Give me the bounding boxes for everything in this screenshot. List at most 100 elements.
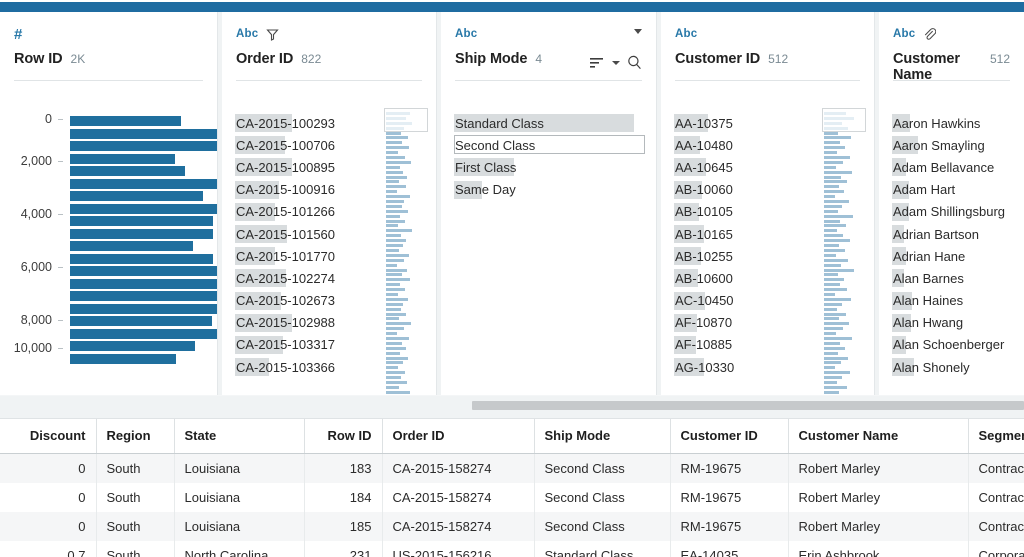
histogram-bar[interactable] <box>70 153 175 164</box>
value-label: Same Day <box>455 182 516 198</box>
histogram-bar[interactable] <box>70 278 217 289</box>
card-name-row: Row ID 2K <box>14 51 203 71</box>
mini-distribution-bar <box>824 312 846 316</box>
histogram-bars[interactable] <box>70 116 217 366</box>
mini-distribution-bar <box>824 346 845 350</box>
axis-tick-label: 2,000 <box>20 154 52 168</box>
header-divider <box>455 80 642 81</box>
value-list-item[interactable]: Adam Shillingsburg <box>892 201 1024 223</box>
value-label: Alan Schoenberger <box>893 337 1005 353</box>
filter-icon[interactable] <box>266 28 280 41</box>
mini-distribution-bar <box>824 204 842 208</box>
value-list-item[interactable]: Alan Hwang <box>892 312 1024 334</box>
table-row[interactable]: 0.7 South North Carolina 231 US-2015-156216 S… <box>0 541 1024 557</box>
profile-horizontal-scrollbar[interactable] <box>0 396 1024 418</box>
column-header[interactable]: Order ID <box>382 419 535 454</box>
value-list-item[interactable]: Same Day <box>454 179 656 201</box>
mini-distribution-bar <box>386 131 401 135</box>
mini-distribution-bar <box>824 224 846 228</box>
chevron-down-icon[interactable] <box>634 29 642 34</box>
table-cell: Robert Marley <box>788 512 969 541</box>
value-list-item[interactable]: Alan Barnes <box>892 267 1024 289</box>
customer-id-distribution-scroller[interactable] <box>822 108 870 395</box>
profile-card-row-id[interactable]: # Row ID 2K 0 2,000 4,000 6,000 8,000 10… <box>0 12 218 395</box>
mini-distribution-bar <box>824 317 839 321</box>
value-list-item[interactable]: Aaron Hawkins <box>892 112 1024 134</box>
scroll-thumb[interactable] <box>384 108 428 132</box>
value-list-item[interactable]: Aaron Smayling <box>892 134 1024 156</box>
histogram-bar[interactable] <box>70 266 217 276</box>
profile-card-customer-name[interactable]: Abc Customer Name 512 Aaron Hawkins Aaron… <box>879 12 1024 395</box>
histogram-bar[interactable] <box>70 128 217 139</box>
mini-distribution-bar <box>386 366 398 370</box>
table-cell: 0 <box>0 483 97 512</box>
mini-distribution-bar <box>824 327 843 331</box>
histogram-bar[interactable] <box>70 141 217 151</box>
histogram-bar[interactable] <box>70 178 217 189</box>
scroll-thumb[interactable] <box>822 108 866 132</box>
histogram-bar[interactable] <box>70 291 217 301</box>
value-list-item[interactable]: Adrian Hane <box>892 245 1024 267</box>
paperclip-icon[interactable] <box>923 27 937 41</box>
axis-tick <box>58 214 63 215</box>
column-header[interactable]: Region <box>96 419 175 454</box>
scroll-thumb[interactable] <box>472 401 1024 410</box>
column-header[interactable]: Customer Name <box>788 419 969 454</box>
histogram-bar[interactable] <box>70 241 193 251</box>
table-row[interactable]: 0 South Louisiana 185 CA-2015-158274 Second C… <box>0 512 1024 541</box>
histogram-bar[interactable] <box>70 353 176 364</box>
value-list-item[interactable]: Adam Hart <box>892 179 1024 201</box>
axis-tick-label: 8,000 <box>20 313 52 327</box>
data-grid[interactable]: Discount Region State Row ID Order ID Ship Mo… <box>0 418 1024 557</box>
row-id-histogram[interactable]: 0 2,000 4,000 6,000 8,000 10,000 <box>0 108 217 368</box>
column-header[interactable]: Row ID <box>304 419 383 454</box>
table-row[interactable]: 0 South Louisiana 184 CA-2015-158274 Second C… <box>0 483 1024 512</box>
value-list-item[interactable]: Adam Bellavance <box>892 156 1024 178</box>
value-list-item[interactable]: First Class <box>454 156 656 178</box>
mini-distribution-bar <box>824 288 847 292</box>
histogram-bar[interactable] <box>70 166 185 176</box>
histogram-bar[interactable] <box>70 228 213 239</box>
sort-caret-icon[interactable] <box>612 60 620 65</box>
histogram-bar[interactable] <box>70 116 181 126</box>
order-id-distribution-scroller[interactable] <box>384 108 432 395</box>
column-header[interactable]: Ship Mode <box>534 419 671 454</box>
mini-distribution-bar <box>824 214 853 218</box>
mini-distribution-bar <box>386 151 398 155</box>
table-row[interactable]: 0 South Louisiana 183 CA-2015-158274 Second C… <box>0 453 1024 483</box>
value-label: AC-10450 <box>675 293 734 309</box>
mini-distribution-bar <box>386 317 399 321</box>
histogram-bar[interactable] <box>70 316 212 326</box>
value-list-item[interactable]: Standard Class <box>454 112 656 134</box>
value-list-item[interactable]: Adrian Bartson <box>892 223 1024 245</box>
profile-card-order-id[interactable]: Abc Order ID 822 CA-2015-100293 CA-2015-1… <box>222 12 437 395</box>
histogram-bar[interactable] <box>70 253 213 264</box>
column-header[interactable]: Segment <box>968 419 1024 454</box>
value-list-item[interactable]: Second Class <box>454 134 656 156</box>
column-header[interactable]: State <box>174 419 305 454</box>
table-cell: RM-19675 <box>670 512 789 541</box>
mini-distribution-bar <box>386 371 405 375</box>
histogram-bar[interactable] <box>70 191 203 201</box>
histogram-bar[interactable] <box>70 341 195 351</box>
profile-card-ship-mode[interactable]: Abc Ship Mode 4 Standard Class Second Cl… <box>441 12 657 395</box>
mini-distribution-bar <box>824 356 848 360</box>
value-list-item[interactable]: Alan Haines <box>892 290 1024 312</box>
axis-tick <box>58 267 63 268</box>
value-list-item[interactable]: Alan Shonely <box>892 356 1024 378</box>
value-list-customer-name[interactable]: Aaron Hawkins Aaron Smayling Adam Bellavan… <box>879 112 1024 378</box>
histogram-bar[interactable] <box>70 203 217 214</box>
column-header[interactable]: Customer ID <box>670 419 789 454</box>
table-cell: Corporate <box>968 541 1024 557</box>
sort-icon[interactable] <box>590 57 605 69</box>
profile-card-customer-id[interactable]: Abc Customer ID 512 AA-10375 AA-10480 AA-1… <box>661 12 875 395</box>
histogram-bar[interactable] <box>70 328 217 339</box>
mini-distribution-bar <box>824 175 841 179</box>
value-list-item[interactable]: Alan Schoenberger <box>892 334 1024 356</box>
value-list-ship-mode[interactable]: Standard Class Second Class First Class Sam… <box>441 112 656 201</box>
search-icon[interactable] <box>627 55 642 70</box>
column-header[interactable]: Discount <box>0 419 97 454</box>
histogram-bar[interactable] <box>70 303 217 314</box>
histogram-bar[interactable] <box>70 216 213 226</box>
mini-distribution-bar <box>824 234 843 238</box>
